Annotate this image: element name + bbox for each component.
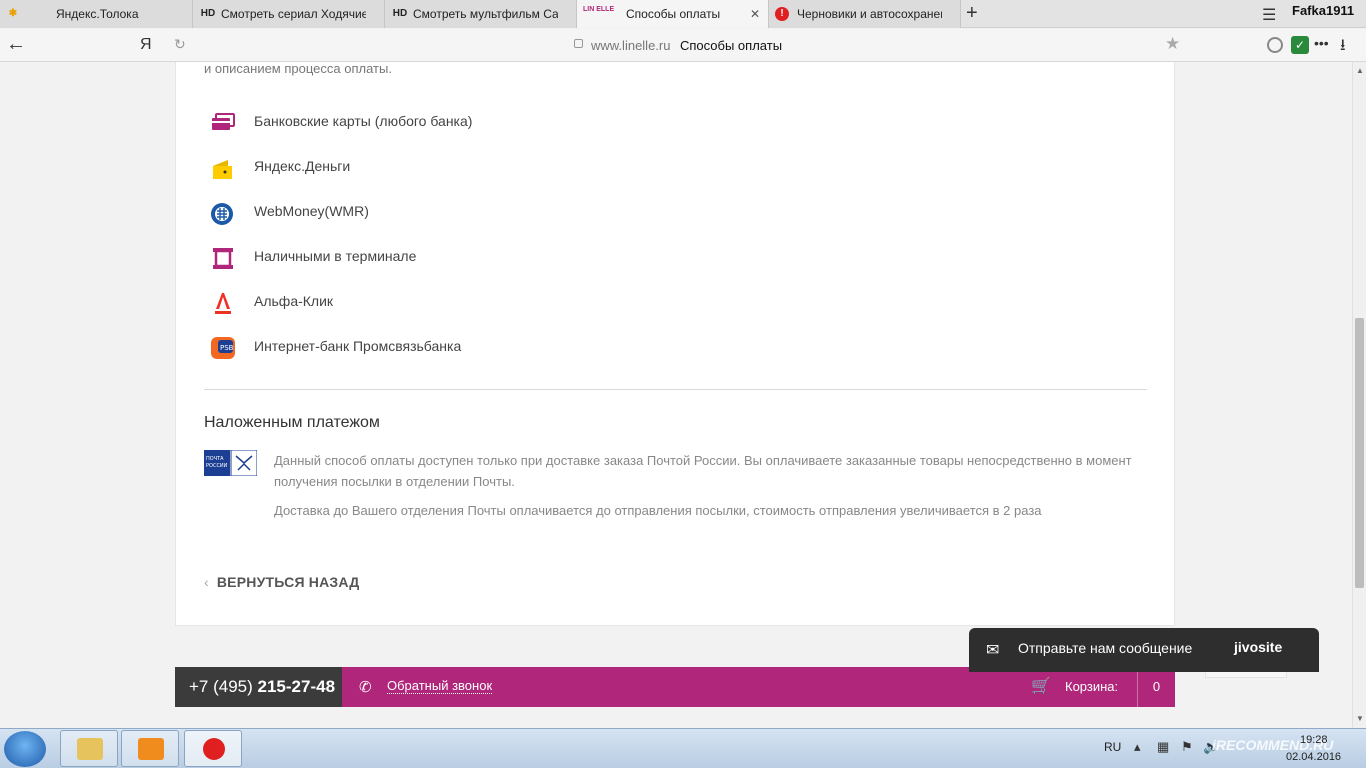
windows-taskbar: RU ▴ ▦ ⚑ 🔈 iRECOMMEND.RU 19:28 02.04.201…: [0, 728, 1366, 768]
tab-yandex-toloka[interactable]: ✱ Яндекс.Толока: [0, 0, 193, 28]
user-name[interactable]: Fafka1911: [1292, 3, 1354, 18]
payment-method-label: Альфа-Клик: [254, 293, 334, 309]
address-bar: ← Я ↻ www.linelle.ru Способы оплаты ★ ✓ …: [0, 29, 1366, 62]
menu-icon[interactable]: ☰: [1262, 5, 1276, 25]
envelope-icon: ✉: [986, 642, 1000, 659]
payment-method-webmoney[interactable]: WebMoney(WMR): [204, 199, 604, 227]
payment-method-label: WebMoney(WMR): [254, 203, 369, 219]
payment-method-bank-card[interactable]: Банковские карты (любого банка): [204, 109, 604, 137]
payment-method-terminal[interactable]: Наличными в терминале: [204, 244, 604, 272]
phone-prefix: +7 (495): [189, 677, 258, 696]
back-link[interactable]: ‹ ВЕРНУТЬСЯ НАЗАД: [204, 574, 359, 590]
clock-time[interactable]: 19:28: [1300, 734, 1328, 746]
yandex-money-icon: [213, 160, 232, 179]
extension-icon[interactable]: [1267, 37, 1283, 53]
close-tab-icon[interactable]: ✕: [750, 0, 760, 28]
vertical-scrollbar[interactable]: ▲ ▼: [1352, 62, 1366, 728]
tab-title: Яндекс.Толока: [56, 7, 139, 21]
cart-count[interactable]: 0: [1137, 667, 1175, 707]
payment-card: и описанием процесса оплаты. Банковские …: [175, 62, 1175, 626]
network-icon[interactable]: ▦: [1157, 739, 1169, 755]
payment-method-label: Яндекс.Деньги: [254, 158, 351, 174]
chat-widget[interactable]: ✉ Отправьте нам сообщение jivosite: [969, 628, 1319, 672]
phone-icon: ✆: [359, 679, 372, 696]
irecommend-favicon-icon: !: [775, 7, 789, 21]
lock-icon: [574, 39, 583, 48]
media-player-icon: [138, 738, 164, 760]
tab-title: Смотреть мультфильм Само: [413, 7, 558, 21]
clock-date[interactable]: 02.04.2016: [1286, 751, 1341, 763]
start-button[interactable]: [4, 731, 46, 767]
show-hidden-icons-icon[interactable]: ▴: [1134, 739, 1141, 755]
psb-icon: PSB: [211, 337, 235, 359]
phone-number[interactable]: +7 (495) 215-27-48: [175, 667, 342, 707]
payment-method-label: Интернет-банк Промсвязьбанка: [254, 338, 462, 354]
new-tab-button[interactable]: +: [966, 2, 978, 25]
chat-prompt: Отправьте нам сообщение: [1018, 640, 1193, 656]
payment-method-alfa-click[interactable]: Альфа-Клик: [204, 289, 604, 317]
tab-bar: ✱ Яндекс.Толока HD Смотреть сериал Ходяч…: [0, 0, 1366, 28]
cart-icon[interactable]: 🛒: [1031, 676, 1051, 696]
hd-favicon-icon: HD: [392, 8, 408, 19]
toloka-favicon-icon: ✱: [8, 8, 18, 19]
tab-drafts[interactable]: ! Черновики и автосохранени: [769, 0, 961, 28]
hd-favicon-icon: HD: [200, 8, 216, 19]
chevron-left-icon: ‹: [204, 574, 209, 590]
phone-digits: 215-27-48: [257, 677, 336, 696]
cart-label[interactable]: Корзина:: [1065, 679, 1118, 694]
url-host[interactable]: www.linelle.ru: [591, 38, 670, 53]
section-divider: [204, 389, 1147, 390]
scroll-up-arrow-icon[interactable]: ▲: [1356, 66, 1364, 75]
cod-delivery-note: Доставка до Вашего отделения Почты оплач…: [274, 503, 1042, 518]
linelle-favicon-icon: LIN ELLE: [583, 6, 615, 13]
footer-bar: +7 (495) 215-27-48 ✆ Обратный звонок 🛒 К…: [175, 667, 1175, 707]
taskbar-media-player[interactable]: [121, 730, 179, 767]
yandex-button[interactable]: Я: [140, 36, 152, 54]
language-indicator[interactable]: RU: [1104, 740, 1121, 754]
more-icon[interactable]: •••: [1314, 35, 1329, 51]
bank-card-icon: [212, 113, 235, 130]
payment-method-label: Наличными в терминале: [254, 248, 417, 264]
bookmark-star-icon[interactable]: ★: [1165, 34, 1180, 54]
terminal-icon: [213, 248, 233, 269]
payment-method-label: Банковские карты (любого банка): [254, 113, 473, 129]
folder-icon: [77, 738, 103, 760]
jivosite-logo: jivosite: [1234, 639, 1283, 655]
tab-title: Черновики и автосохранени: [797, 7, 942, 21]
flag-icon[interactable]: ⚑: [1181, 739, 1193, 755]
taskbar-explorer[interactable]: [60, 730, 118, 767]
intro-text: и описанием процесса оплаты.: [204, 62, 392, 76]
back-link-label: ВЕРНУТЬСЯ НАЗАД: [216, 574, 360, 590]
url-page-title[interactable]: Способы оплаты: [680, 38, 782, 53]
scroll-down-arrow-icon[interactable]: ▼: [1356, 714, 1364, 723]
alfa-bank-icon: [215, 293, 231, 314]
taskbar-yandex-browser[interactable]: [184, 730, 242, 767]
cod-heading: Наложенным платежом: [204, 414, 380, 431]
yandex-browser-icon: [203, 738, 225, 760]
tab-title: Способы оплаты: [626, 7, 721, 21]
tab-walking-dead[interactable]: HD Смотреть сериал Ходячие м: [193, 0, 385, 28]
svg-text:PSB: PSB: [220, 344, 234, 352]
svg-text:РОССИИ: РОССИИ: [206, 463, 228, 469]
tab-payment-methods[interactable]: LIN ELLE Способы оплаты ✕: [577, 0, 769, 28]
webmoney-icon: [211, 203, 233, 225]
svg-text:ПОЧТА: ПОЧТА: [206, 456, 224, 462]
reload-icon[interactable]: ↻: [174, 36, 186, 53]
download-icon[interactable]: ⭳: [1340, 34, 1346, 61]
payment-method-psb[interactable]: PSB Интернет-банк Промсвязьбанка: [204, 334, 604, 362]
callback-link[interactable]: Обратный звонок: [387, 678, 493, 694]
tab-cartoon[interactable]: HD Смотреть мультфильм Само: [385, 0, 577, 28]
payment-method-yandex-money[interactable]: Яндекс.Деньги: [204, 154, 604, 182]
back-arrow-icon[interactable]: ←: [6, 33, 26, 56]
russian-post-logo: ПОЧТА РОССИИ: [204, 450, 257, 476]
security-shield-icon[interactable]: ✓: [1291, 36, 1309, 54]
cod-description: Данный способ оплаты доступен только при…: [274, 453, 1132, 489]
tab-title: Смотреть сериал Ходячие м: [221, 7, 366, 21]
scrollbar-thumb[interactable]: [1355, 318, 1364, 588]
